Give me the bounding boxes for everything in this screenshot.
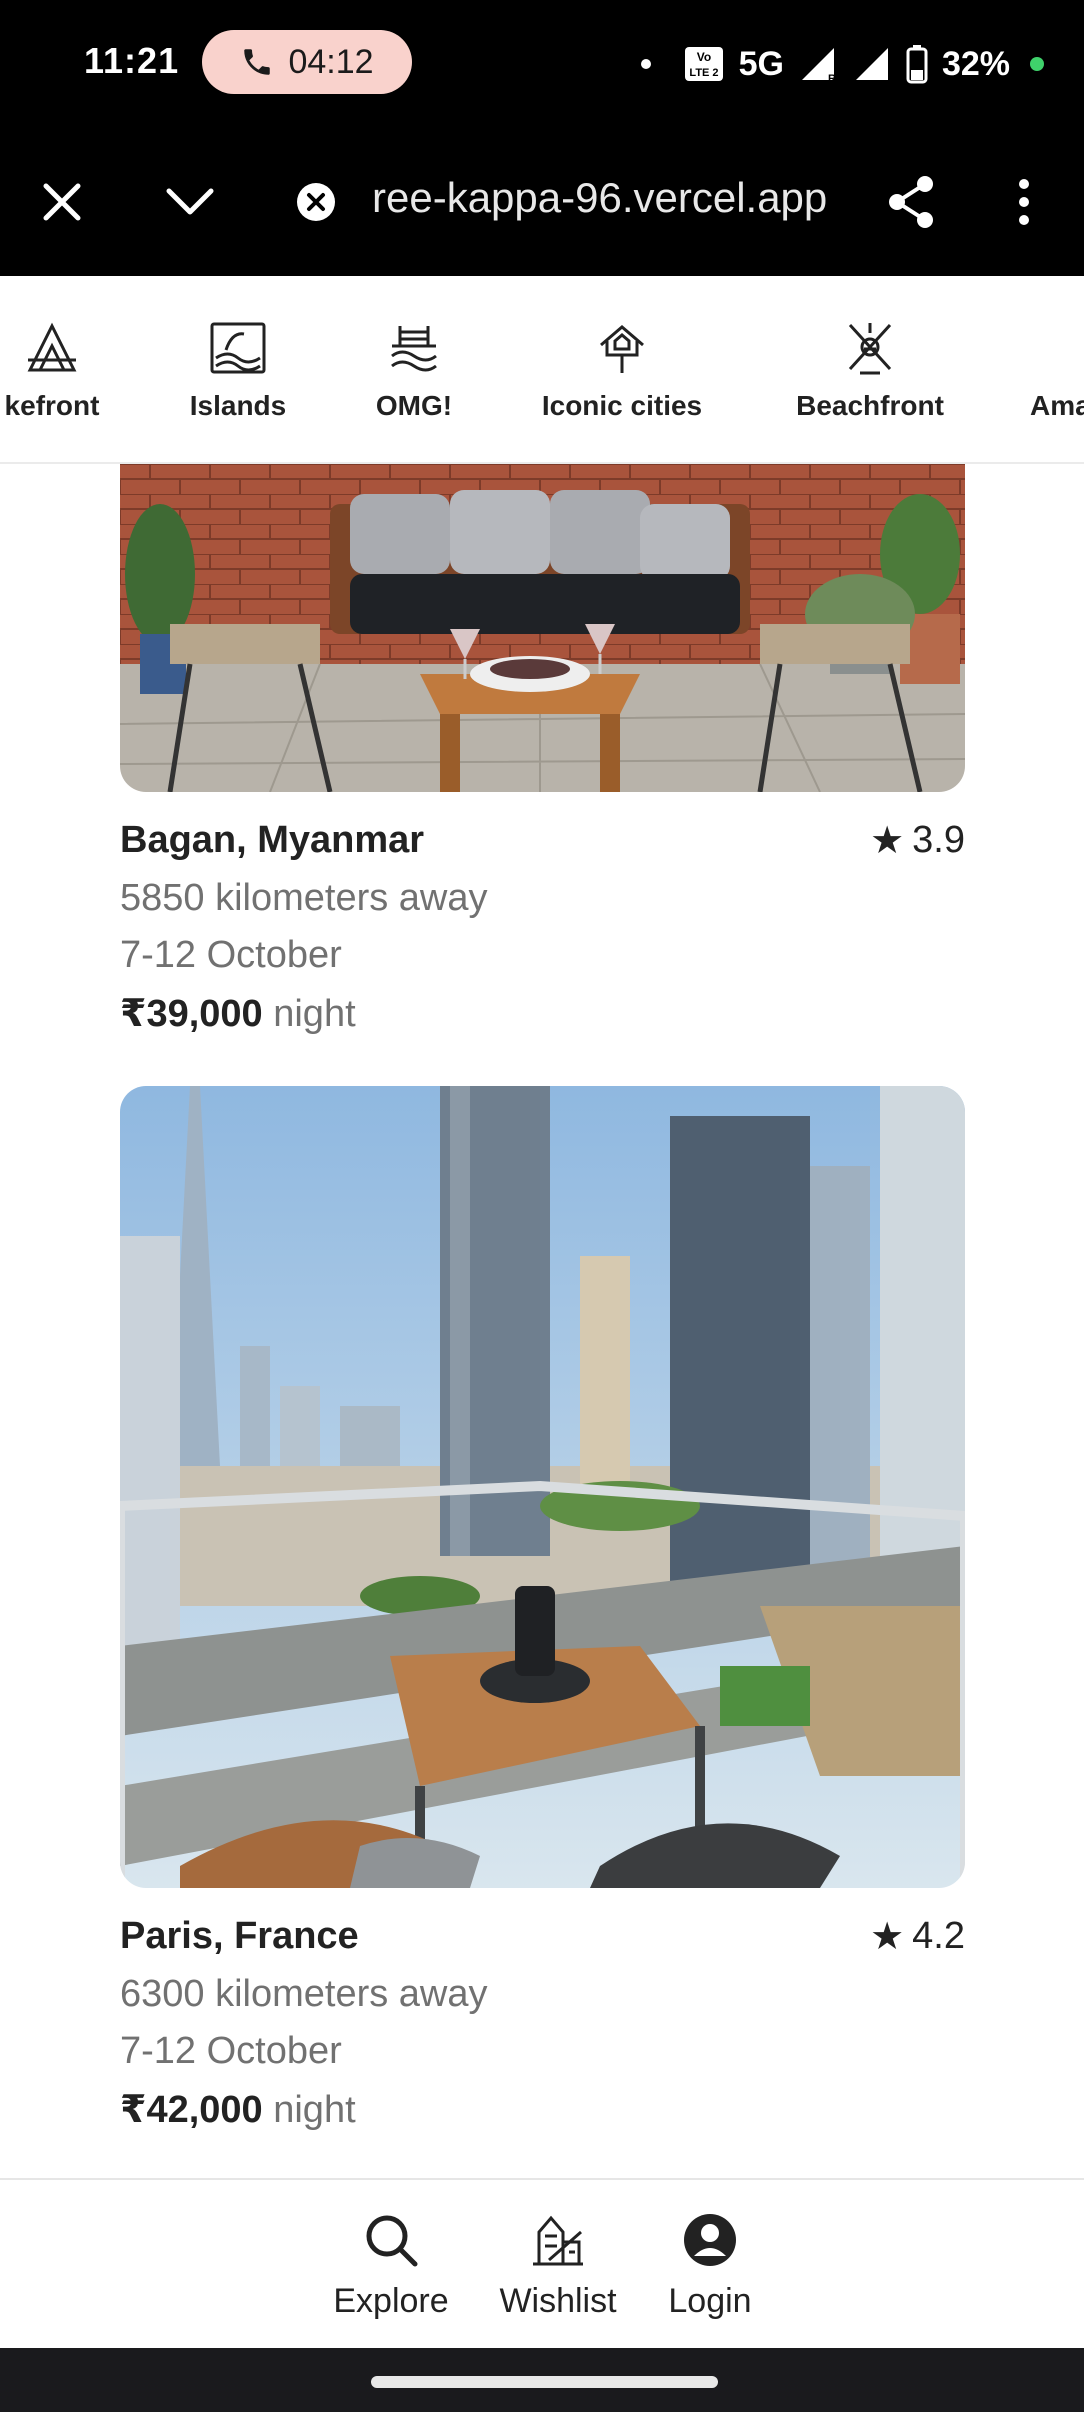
svg-text:LTE 2: LTE 2 (689, 67, 718, 79)
status-bar: 11:21 04:12 Vo LTE 2 5G R 32% (0, 0, 1084, 128)
category-islands[interactable]: Islands (158, 316, 318, 422)
price-amount: ₹42,000 (120, 2089, 263, 2131)
svg-text:R: R (828, 73, 836, 84)
listing-dates: 7-12 October (120, 934, 342, 976)
nav-wishlist[interactable]: Wishlist (488, 2208, 628, 2321)
status-time: 11:21 (84, 40, 180, 81)
star-icon: ★ (870, 820, 905, 862)
category-amazing[interactable]: Ama (1030, 316, 1084, 422)
listing-rating: ★ 3.9 (870, 818, 965, 863)
nav-explore[interactable]: Explore (326, 2208, 456, 2321)
status-icons: Vo LTE 2 5G R 32% (640, 36, 1044, 92)
url-text[interactable]: ree-kappa-96.vercel.app (372, 174, 827, 222)
wishlist-icon (526, 2208, 590, 2272)
listing-price: ₹42,000 night (120, 2087, 965, 2132)
category-label: Islands (189, 390, 287, 421)
call-timer: 04:12 (288, 42, 374, 81)
listing-photo[interactable] (120, 464, 965, 792)
search-icon (359, 2208, 423, 2272)
home-gesture-bar[interactable] (371, 2376, 718, 2388)
ongoing-call-pill[interactable]: 04:12 (202, 30, 412, 94)
category-bar: kefront Islands OMG! Iconic cities Beach… (0, 276, 1084, 464)
account-icon (678, 2208, 742, 2272)
battery-icon (906, 45, 928, 84)
share-icon[interactable] (880, 170, 944, 234)
listing-distance: 6300 kilometers away (120, 1973, 488, 2015)
category-label: Ama (1030, 390, 1084, 421)
connection-info-icon[interactable] (284, 170, 348, 234)
listing-card[interactable]: Bagan, Myanmar ★ 3.9 5850 kilometers awa… (120, 464, 965, 1036)
chevron-down-icon[interactable] (158, 170, 222, 234)
listing-price: ₹39,000 night (120, 991, 965, 1036)
nav-label: Explore (333, 2282, 449, 2320)
rating-value: 4.2 (912, 1915, 965, 1957)
listing-distance: 5850 kilometers away (120, 877, 488, 919)
privacy-indicator-icon (1030, 57, 1044, 71)
listing-photo[interactable] (120, 1086, 965, 1888)
category-label: Iconic cities (541, 390, 703, 421)
category-lakefront[interactable]: kefront (0, 316, 132, 422)
phone-icon (244, 49, 271, 75)
battery-level: 32% (941, 44, 1010, 83)
listing-location: Paris, France (120, 1915, 359, 1957)
signal-r-icon: R (801, 48, 836, 84)
beachfront-icon (838, 316, 902, 380)
nav-label: Login (668, 2282, 752, 2320)
close-icon[interactable] (30, 170, 94, 234)
rating-value: 3.9 (912, 819, 965, 861)
listing-header: Paris, France ★ 4.2 (120, 1914, 965, 1959)
bottom-navigation: Explore Wishlist Login (0, 2178, 1084, 2348)
category-beachfront[interactable]: Beachfront (770, 316, 970, 422)
category-label: Beachfront (796, 390, 944, 421)
price-unit: night (273, 2089, 356, 2131)
browser-toolbar: ree-kappa-96.vercel.app (0, 128, 1084, 276)
listing-dates: 7-12 October (120, 2030, 342, 2072)
listing-rating: ★ 4.2 (870, 1914, 965, 1959)
more-options-icon[interactable] (992, 170, 1056, 234)
nav-login[interactable]: Login (660, 2208, 760, 2321)
listing-header: Bagan, Myanmar ★ 3.9 (120, 818, 965, 863)
star-icon: ★ (870, 1916, 905, 1958)
islands-icon (206, 316, 270, 380)
lakefront-icon (20, 316, 84, 380)
category-label: OMG! (375, 390, 453, 421)
nav-label: Wishlist (499, 2282, 617, 2320)
listing-card[interactable]: Paris, France ★ 4.2 6300 kilometers away… (120, 1086, 965, 2132)
network-type: 5G (738, 44, 784, 83)
volte-icon: Vo LTE 2 (684, 47, 723, 81)
listing-location: Bagan, Myanmar (120, 819, 425, 861)
iconic-cities-icon (590, 316, 654, 380)
price-unit: night (273, 993, 356, 1035)
category-label: kefront (4, 390, 100, 421)
category-iconic-cities[interactable]: Iconic cities (522, 316, 722, 422)
omg-icon (382, 316, 446, 380)
notification-dot-icon (640, 59, 651, 69)
svg-text:Vo: Vo (696, 50, 710, 64)
signal-icon (855, 48, 888, 80)
category-omg[interactable]: OMG! (334, 316, 494, 422)
price-amount: ₹39,000 (120, 993, 263, 1035)
